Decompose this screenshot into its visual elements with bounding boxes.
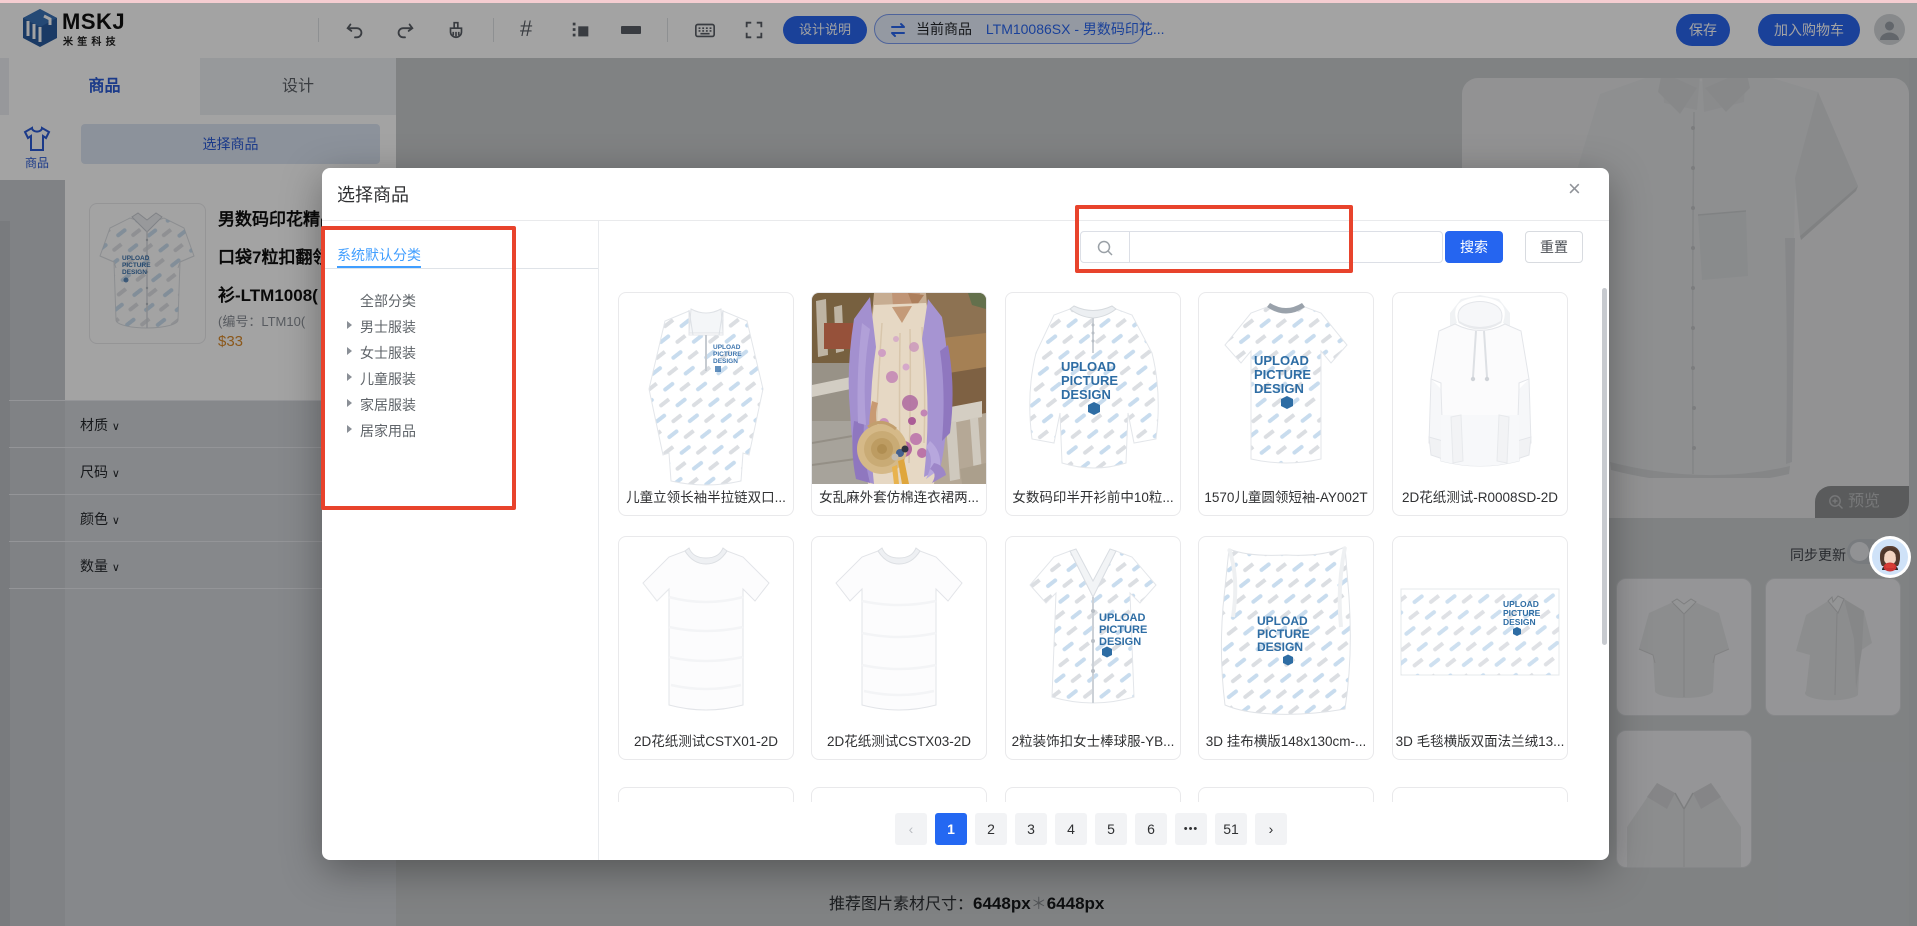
svg-text:PICTURE: PICTURE — [1257, 627, 1310, 641]
svg-text:UPLOAD: UPLOAD — [713, 344, 741, 351]
svg-text:DESIGN: DESIGN — [1061, 387, 1111, 402]
svg-text:DESIGN: DESIGN — [1257, 640, 1303, 654]
svg-text:DESIGN: DESIGN — [1254, 381, 1304, 396]
svg-text:PICTURE: PICTURE — [1254, 367, 1311, 382]
svg-text:UPLOAD: UPLOAD — [1257, 614, 1308, 628]
svg-text:DESIGN: DESIGN — [1099, 636, 1141, 648]
svg-text:PICTURE: PICTURE — [1061, 373, 1118, 388]
svg-text:UPLOAD: UPLOAD — [1254, 353, 1309, 368]
svg-text:PICTURE: PICTURE — [1099, 624, 1147, 636]
svg-text:DESIGN: DESIGN — [713, 358, 738, 365]
svg-text:DESIGN: DESIGN — [1503, 617, 1536, 627]
svg-text:UPLOAD: UPLOAD — [1099, 612, 1146, 624]
svg-text:PICTURE: PICTURE — [713, 351, 742, 358]
svg-text:UPLOAD: UPLOAD — [1061, 359, 1116, 374]
